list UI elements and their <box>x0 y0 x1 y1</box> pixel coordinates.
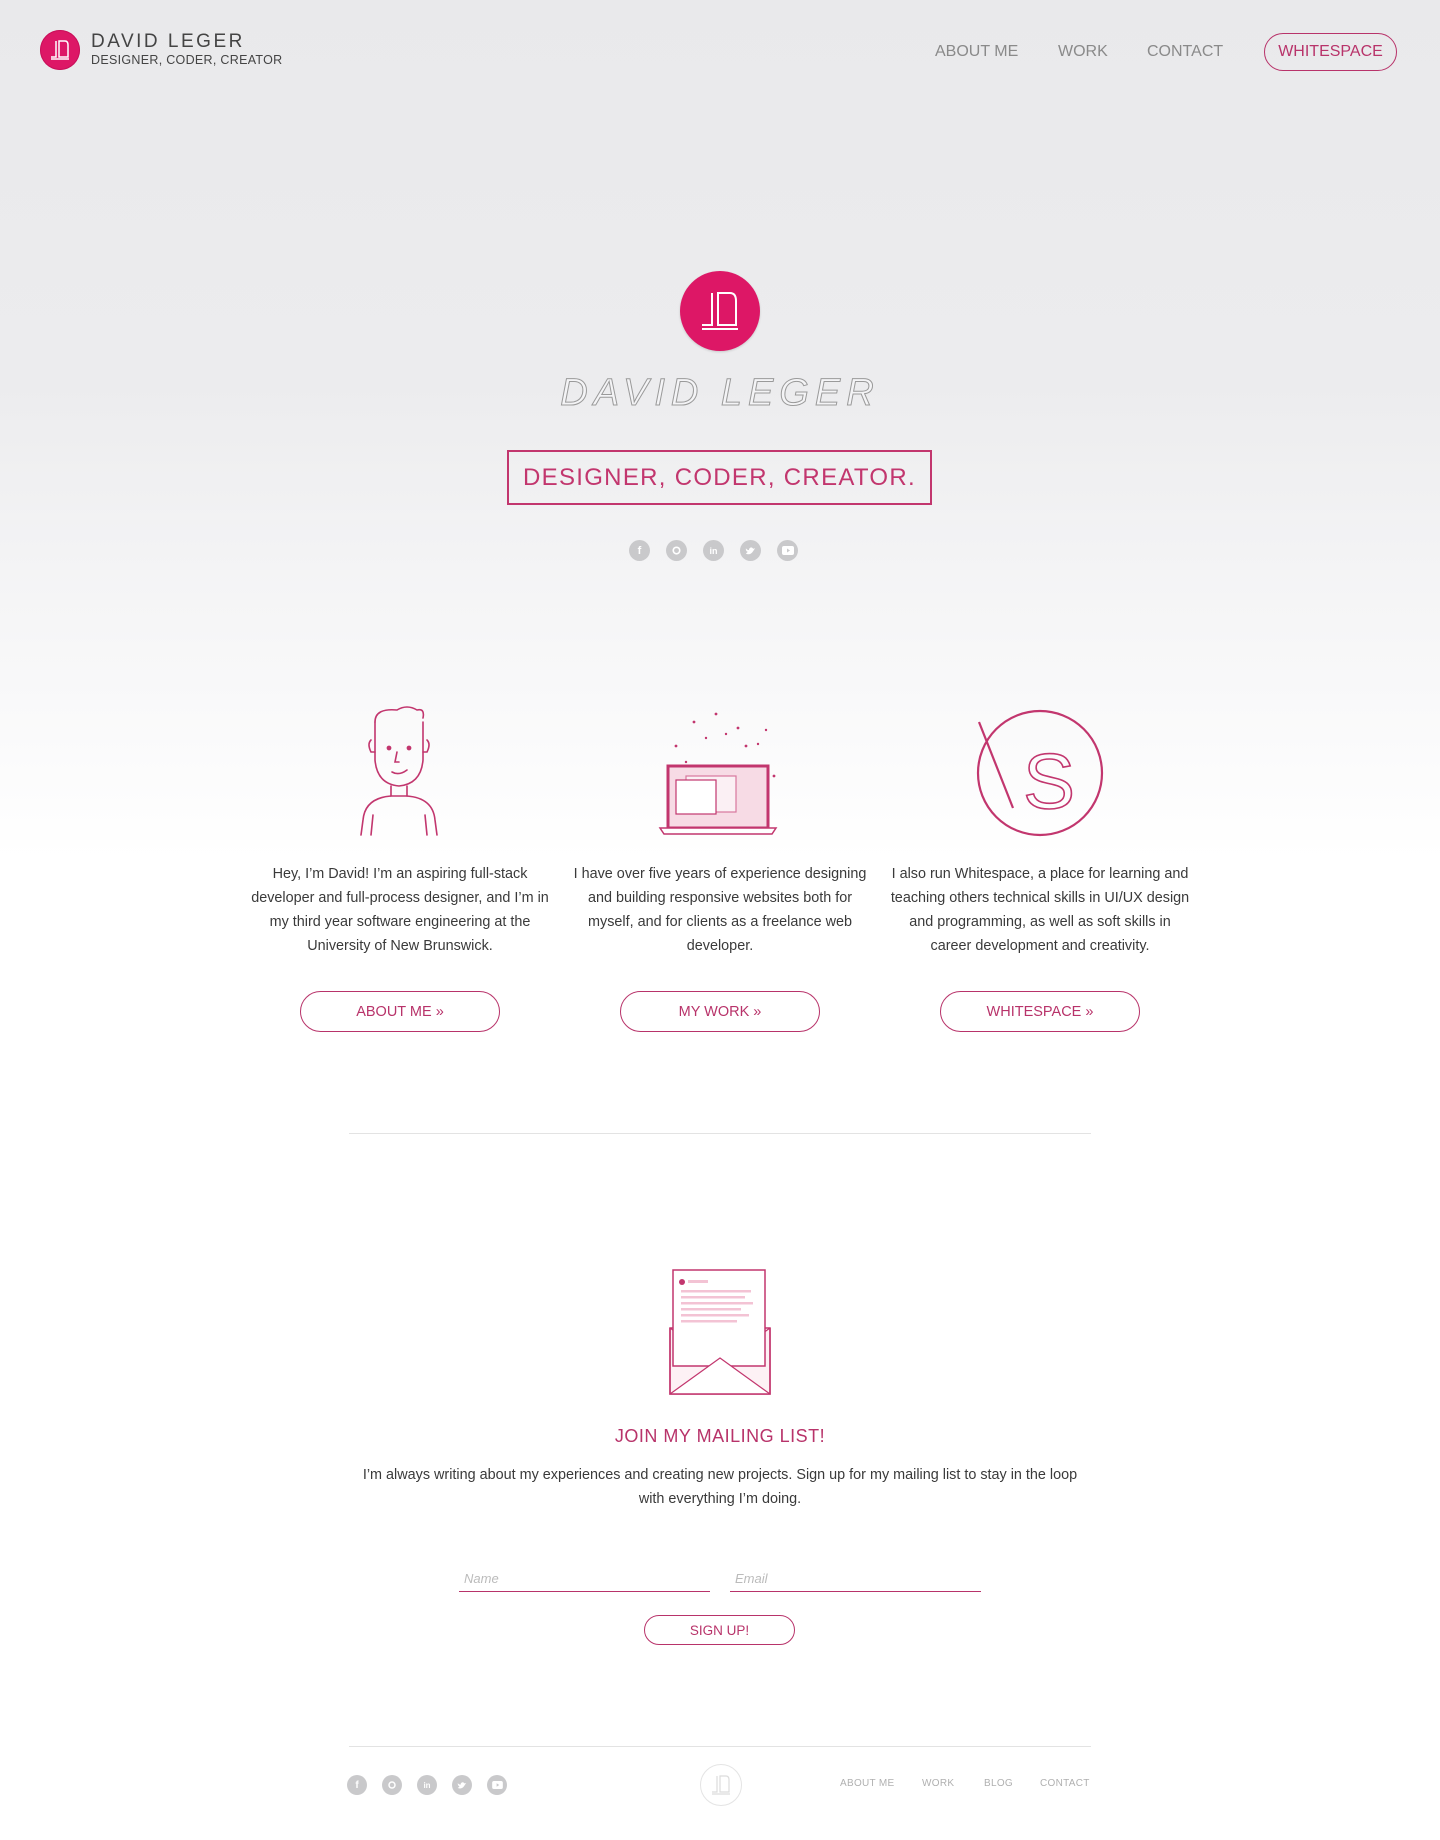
my-work-button[interactable]: MY WORK » <box>620 991 820 1032</box>
feature-text-whitespace: I also run Whitespace, a place for learn… <box>890 866 1190 954</box>
twitter-icon[interactable] <box>740 540 761 561</box>
linkedin-icon[interactable]: in <box>417 1775 437 1795</box>
feature-text-about: Hey, I’m David! I’m an aspiring full-sta… <box>251 866 549 954</box>
mailing-list-title: JOIN MY MAILING LIST! <box>614 1426 826 1446</box>
hero-logo-icon <box>680 271 760 351</box>
hero-name: DAVID LEGER <box>560 372 880 415</box>
footer-link-work[interactable]: WORK <box>922 1778 954 1789</box>
nav-work[interactable]: WORK <box>1058 43 1108 61</box>
nav-contact[interactable]: CONTACT <box>1147 43 1223 61</box>
svg-text:S: S <box>1023 737 1075 825</box>
linkedin-icon[interactable]: in <box>703 540 724 561</box>
name-field[interactable] <box>459 1566 710 1592</box>
hero-social-links: f in <box>629 540 798 561</box>
nav-about-me[interactable]: ABOUT ME <box>935 43 1018 61</box>
footer-logo-icon[interactable] <box>700 1764 742 1806</box>
laptop-illustration <box>646 700 794 840</box>
github-icon[interactable] <box>382 1775 402 1795</box>
footer-divider <box>349 1746 1091 1747</box>
envelope-illustration <box>665 1268 775 1398</box>
youtube-icon[interactable] <box>487 1775 507 1795</box>
main-nav: ABOUT ME WORK CONTACT WHITESPACE <box>0 33 1440 73</box>
footer-link-blog[interactable]: BLOG <box>984 1778 1013 1789</box>
facebook-icon[interactable]: f <box>347 1775 367 1795</box>
github-icon[interactable] <box>666 540 687 561</box>
feature-text-work: I have over five years of experience des… <box>573 866 867 954</box>
whitespace-button[interactable]: WHITESPACE » <box>940 991 1140 1032</box>
sign-up-button[interactable]: SIGN UP! <box>644 1615 795 1645</box>
email-field[interactable] <box>730 1566 981 1592</box>
youtube-icon[interactable] <box>777 540 798 561</box>
section-divider <box>349 1133 1091 1134</box>
whitespace-nav-button[interactable]: WHITESPACE <box>1264 33 1397 71</box>
footer-social-links: f in <box>347 1775 507 1795</box>
mailing-list-description: I’m always writing about my experiences … <box>362 1467 1078 1507</box>
hero-tagline: DESIGNER, CODER, CREATOR. <box>507 450 932 505</box>
about-me-button[interactable]: ABOUT ME » <box>300 991 500 1032</box>
twitter-icon[interactable] <box>452 1775 472 1795</box>
avatar-illustration <box>355 700 445 840</box>
footer-link-about-me[interactable]: ABOUT ME <box>840 1778 894 1789</box>
facebook-icon[interactable]: f <box>629 540 650 561</box>
footer-link-contact[interactable]: CONTACT <box>1040 1778 1090 1789</box>
whitespace-logo: S <box>975 708 1105 838</box>
